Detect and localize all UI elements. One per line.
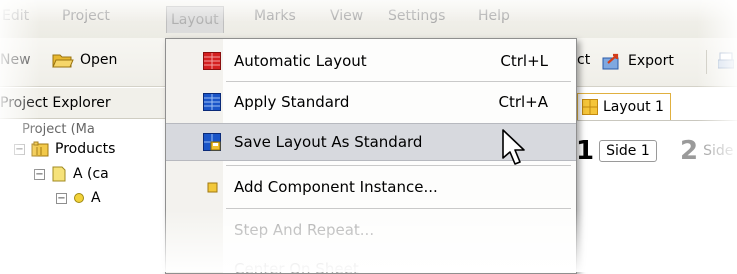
menu-project[interactable]: Project [62, 8, 110, 24]
collapse-icon[interactable]: − [34, 168, 45, 180]
document-icon [52, 166, 66, 182]
explorer-header: Project Explorer [0, 88, 175, 119]
toolbar-separator [706, 50, 707, 74]
project-label: ct [577, 52, 591, 68]
menu-item-add-component-instance[interactable]: Add Component Instance... [166, 169, 576, 205]
menu-item-automatic-layout[interactable]: Automatic Layout Ctrl+L [166, 43, 576, 79]
tree-row-product-a[interactable]: − A (ca [34, 166, 109, 182]
tab-layout-1[interactable]: Layout 1 [577, 93, 671, 120]
new-label: New [0, 52, 31, 68]
tab-side-1[interactable]: 1 Side 1 [576, 138, 657, 164]
tab-divider [570, 120, 737, 121]
component-dot-icon [74, 193, 84, 203]
menu-help[interactable]: Help [478, 8, 510, 24]
open-label: Open [80, 52, 118, 68]
menu-item-center-on-sheet[interactable]: Center On Sheet [166, 251, 576, 273]
menu-settings[interactable]: Settings [388, 8, 445, 24]
tab-side-2[interactable]: 2 Side [680, 138, 733, 164]
mouse-cursor-icon [502, 129, 525, 165]
menu-view[interactable]: View [330, 8, 363, 24]
side-2-number: 2 [680, 136, 699, 166]
tree-row-label: A (ca [73, 166, 109, 182]
menu-marks[interactable]: Marks [254, 8, 296, 24]
menu-item-label: Automatic Layout [234, 52, 367, 70]
tab-layout-label: Layout 1 [603, 99, 664, 115]
apply-standard-icon [203, 93, 221, 111]
export-icon [602, 53, 619, 70]
tree-row-label: A [91, 190, 101, 206]
project-button[interactable]: ct [577, 52, 590, 68]
menu-separator [226, 208, 571, 209]
menu-item-label: Apply Standard [234, 93, 350, 111]
save-layout-icon [203, 133, 221, 151]
layout-tab-icon [582, 99, 598, 115]
print-icon[interactable] [718, 52, 734, 70]
explorer-title: Project Explorer [0, 95, 111, 111]
automatic-layout-icon [203, 52, 221, 70]
side-2-label: Side [703, 143, 734, 159]
open-button[interactable]: Open [52, 52, 117, 68]
products-icon [31, 141, 49, 157]
export-label: Export [628, 53, 674, 69]
menu-bar: Edit Project Layout Marks View Settings … [0, 0, 737, 38]
menu-layout[interactable]: Layout [166, 6, 224, 33]
menu-item-label: Save Layout As Standard [234, 133, 423, 151]
component-instance-icon [207, 182, 218, 193]
side-1-number: 1 [576, 136, 595, 166]
menu-edit[interactable]: Edit [2, 8, 29, 24]
collapse-icon[interactable]: − [56, 192, 67, 204]
menu-item-label: Step And Repeat... [234, 221, 375, 239]
menu-item-shortcut: Ctrl+A [498, 93, 548, 111]
menu-item-shortcut: Ctrl+L [500, 52, 548, 70]
tree-row-project[interactable]: Project (Ma [22, 122, 95, 137]
export-button[interactable]: Export [602, 52, 674, 70]
menu-item-apply-standard[interactable]: Apply Standard Ctrl+A [166, 84, 576, 120]
tree-row-component-a[interactable]: − A [56, 190, 101, 206]
new-button[interactable]: New [0, 52, 31, 68]
menu-separator [226, 81, 571, 82]
side-1-label: Side 1 [599, 140, 657, 162]
tree-row-label: Project (Ma [22, 122, 95, 137]
tree-row-products[interactable]: − Products [14, 141, 115, 157]
folder-open-icon [52, 54, 74, 68]
menu-item-step-and-repeat[interactable]: Step And Repeat... [166, 212, 576, 248]
collapse-icon[interactable]: − [14, 143, 25, 155]
tree-row-label: Products [55, 141, 116, 157]
menu-item-label: Add Component Instance... [234, 178, 438, 196]
